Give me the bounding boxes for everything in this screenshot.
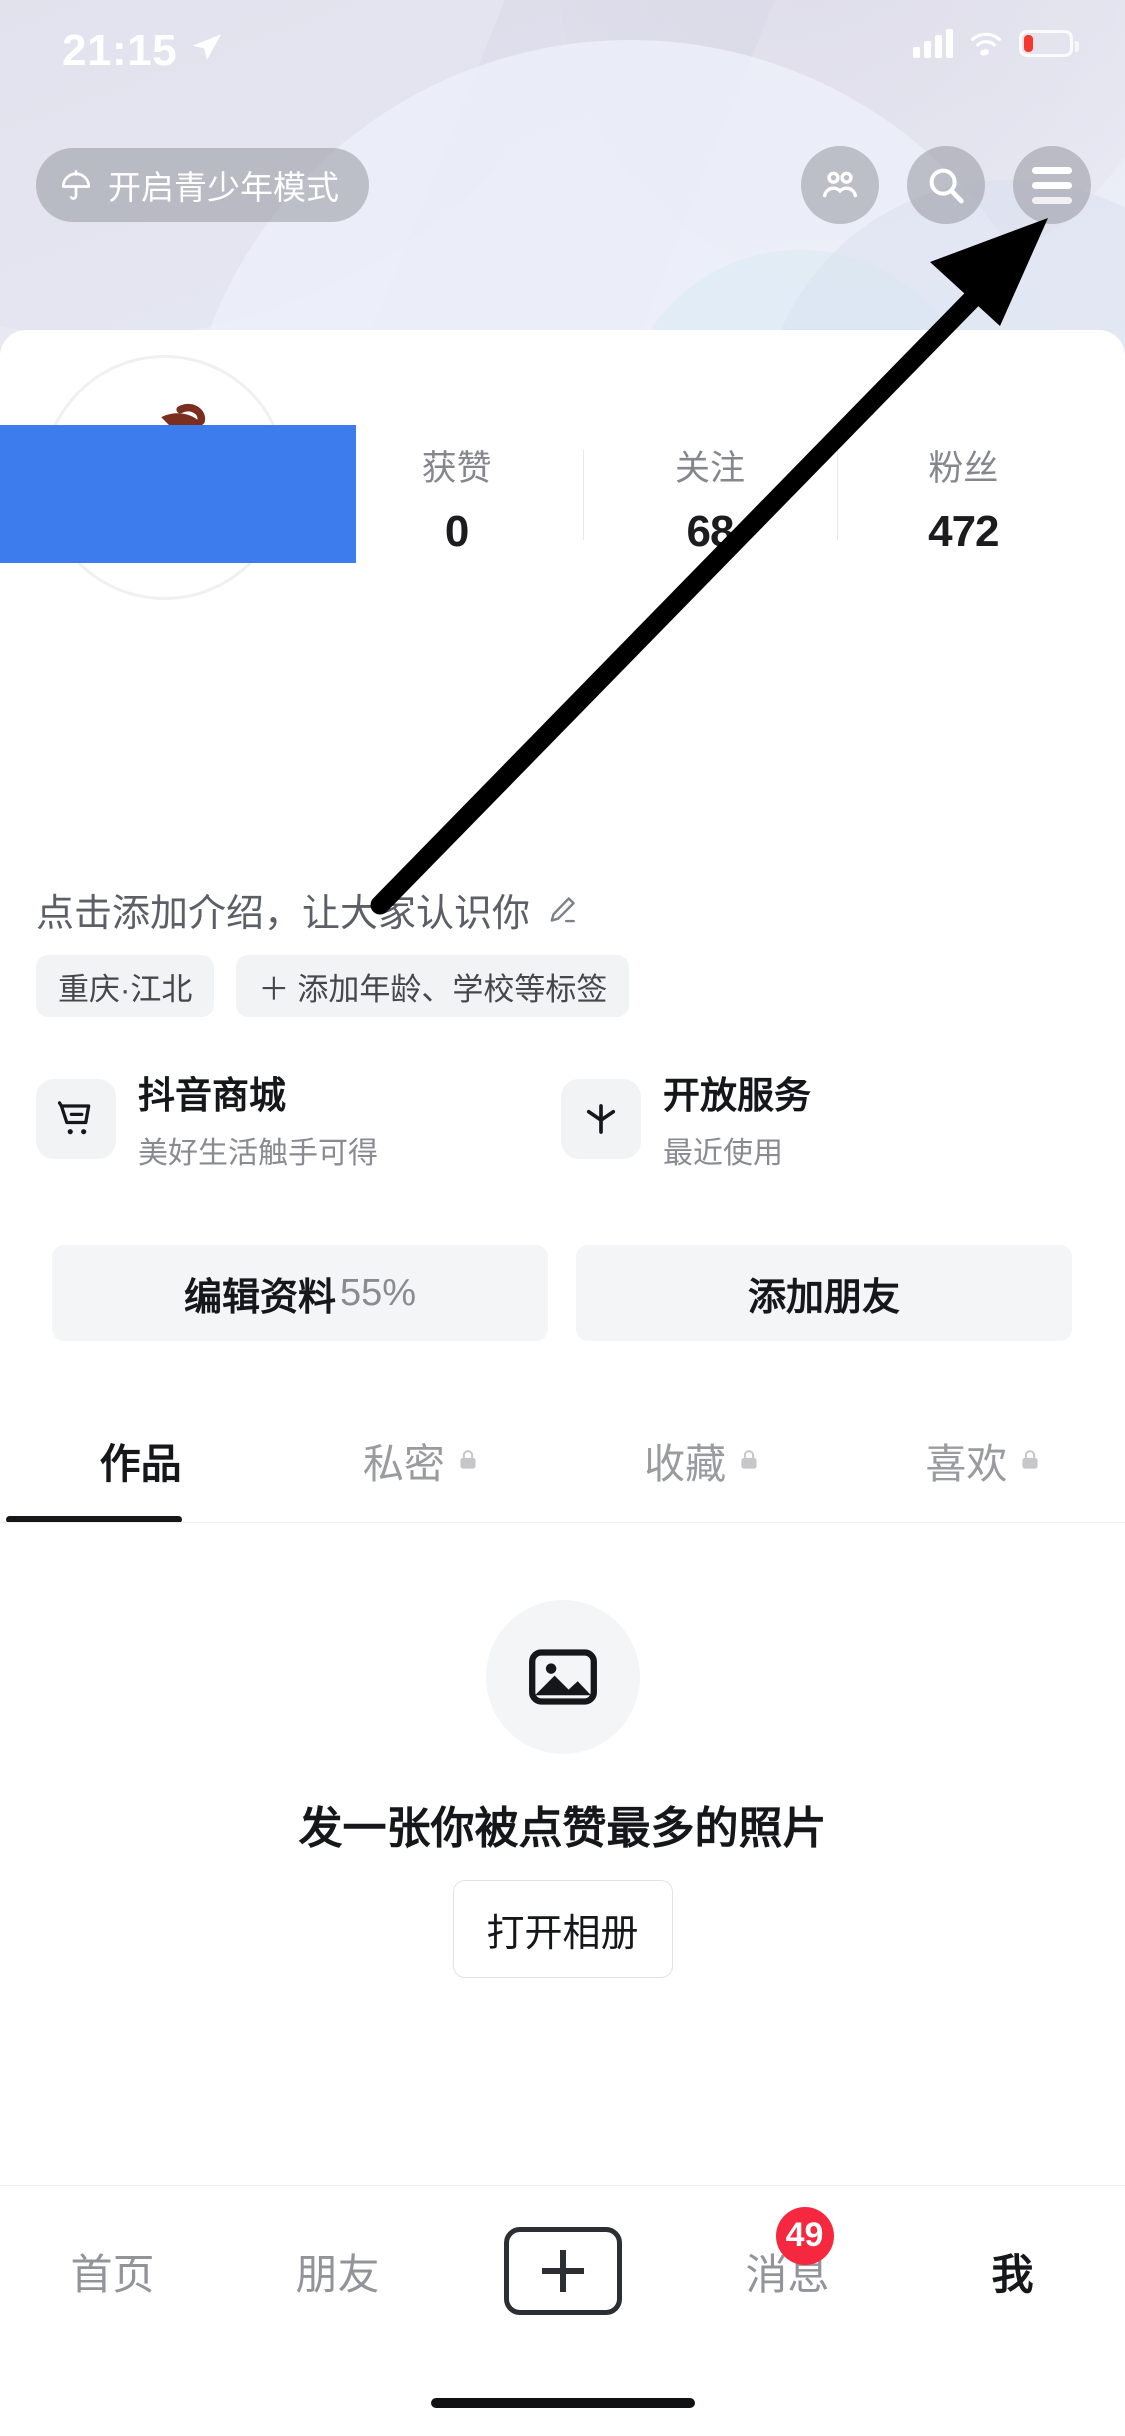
status-bar-time: 21:15 <box>62 26 178 75</box>
tab-label: 作品 <box>99 1441 182 1487</box>
teen-mode-button[interactable]: 开启青少年模式 <box>36 148 369 222</box>
service-mall[interactable]: 抖音商城 美好生活触手可得 <box>36 1065 561 1172</box>
add-friend-button[interactable]: 添加朋友 <box>576 1245 1072 1341</box>
tab-favorites[interactable]: 收藏 <box>563 1400 844 1520</box>
cellular-signal-icon <box>913 28 953 58</box>
message-badge: 49 <box>775 2206 834 2265</box>
tab-label: 喜欢 <box>925 1441 1008 1487</box>
stat-value: 472 <box>928 507 999 556</box>
edit-profile-label: 编辑资料 <box>183 1276 336 1319</box>
wifi-icon <box>970 32 1002 56</box>
stat-label: 获赞 <box>421 449 492 488</box>
lock-icon <box>741 1450 757 1469</box>
open-service-icon <box>561 1078 641 1159</box>
empty-state-title: 发一张你被点赞最多的照片 <box>298 1804 827 1853</box>
nav-messages-wrap: 消息 49 <box>745 2206 834 2302</box>
edit-profile-percent: 55% <box>339 1271 417 1314</box>
tag-add-info[interactable]: ＋ 添加年龄、学校等标签 <box>236 955 630 1017</box>
stat-value: 68 <box>686 507 735 556</box>
tab-liked[interactable]: 喜欢 <box>844 1400 1125 1520</box>
tab-label: 收藏 <box>644 1441 727 1487</box>
plus-icon: ＋ <box>258 971 290 1007</box>
add-friend-label: 添加朋友 <box>747 1276 900 1319</box>
nav-label: 首页 <box>70 2250 155 2298</box>
stat-value: 0 <box>444 507 469 556</box>
stat-label: 粉丝 <box>928 449 999 488</box>
status-bar-indicators <box>913 28 1079 58</box>
open-album-button[interactable]: 打开相册 <box>452 1880 673 1978</box>
profile-action-buttons: 编辑资料 55% 添加朋友 <box>52 1245 1072 1341</box>
nav-label: 我 <box>991 2250 1034 2298</box>
nickname-redaction-block <box>0 425 356 563</box>
bio-placeholder-text: 点击添加介绍，让大家认识你 <box>36 893 531 935</box>
home-indicator <box>430 2398 695 2408</box>
plus-create-icon[interactable] <box>499 2227 626 2315</box>
nav-me[interactable]: 我 <box>900 2241 1125 2302</box>
tab-private[interactable]: 私密 <box>281 1400 562 1520</box>
location-arrow-icon <box>192 34 222 60</box>
tabs-divider <box>0 1522 1125 1523</box>
menu-icon[interactable] <box>1013 146 1091 224</box>
stat-likes[interactable]: 获赞 0 <box>330 440 583 560</box>
stat-followers[interactable]: 粉丝 472 <box>836 440 1090 560</box>
pencil-icon <box>550 896 575 922</box>
nav-create[interactable] <box>450 2227 675 2315</box>
search-icon[interactable] <box>907 146 985 224</box>
nav-home[interactable]: 首页 <box>0 2241 225 2302</box>
profile-tags: 重庆·江北 ＋ 添加年龄、学校等标签 <box>36 955 630 1017</box>
edit-profile-button[interactable]: 编辑资料 55% <box>52 1245 548 1341</box>
umbrella-icon <box>61 170 91 200</box>
tag-label: 添加年龄、学校等标签 <box>297 971 608 1007</box>
stat-label: 关注 <box>674 449 745 488</box>
shopping-cart-icon <box>36 1078 116 1159</box>
nav-label: 朋友 <box>295 2250 380 2298</box>
teen-mode-label: 开启青少年模式 <box>108 169 339 206</box>
service-title: 抖音商城 <box>138 1075 286 1116</box>
nav-messages[interactable]: 消息 49 <box>675 2206 900 2302</box>
photo-placeholder-icon <box>485 1600 640 1754</box>
header-actions <box>801 146 1091 224</box>
tab-label: 私密 <box>362 1441 445 1487</box>
friends-icon[interactable] <box>801 146 879 224</box>
status-bar: 21:15 <box>0 0 1125 100</box>
content-tabs: 作品 私密 收藏 喜欢 <box>0 1400 1125 1520</box>
bio-row[interactable]: 点击添加介绍，让大家认识你 <box>36 882 580 937</box>
tag-label: 重庆·江北 <box>58 971 193 1007</box>
lock-icon <box>1022 1450 1038 1469</box>
service-subtitle: 美好生活触手可得 <box>138 1137 378 1170</box>
lock-icon <box>460 1450 476 1469</box>
battery-low-icon <box>1019 29 1079 57</box>
service-subtitle: 最近使用 <box>663 1137 783 1170</box>
stat-following[interactable]: 关注 68 <box>583 440 836 560</box>
bottom-navigation: 首页 朋友 消息 49 我 <box>0 2186 1125 2356</box>
tab-works[interactable]: 作品 <box>0 1400 281 1520</box>
nav-friends[interactable]: 朋友 <box>225 2241 450 2302</box>
open-album-label: 打开相册 <box>486 1912 639 1955</box>
profile-stats: 获赞 0 关注 68 粉丝 472 <box>330 440 1090 560</box>
service-entries: 抖音商城 美好生活触手可得 开放服务 最近使用 <box>36 1065 1086 1172</box>
service-open[interactable]: 开放服务 最近使用 <box>561 1065 1086 1172</box>
service-title: 开放服务 <box>663 1075 811 1116</box>
tag-location[interactable]: 重庆·江北 <box>36 955 215 1017</box>
douyin-profile-screen: 21:15 开启青少年模式 获赞 0 关注 68 粉丝 472 点击添加介绍，让… <box>0 0 1125 2436</box>
